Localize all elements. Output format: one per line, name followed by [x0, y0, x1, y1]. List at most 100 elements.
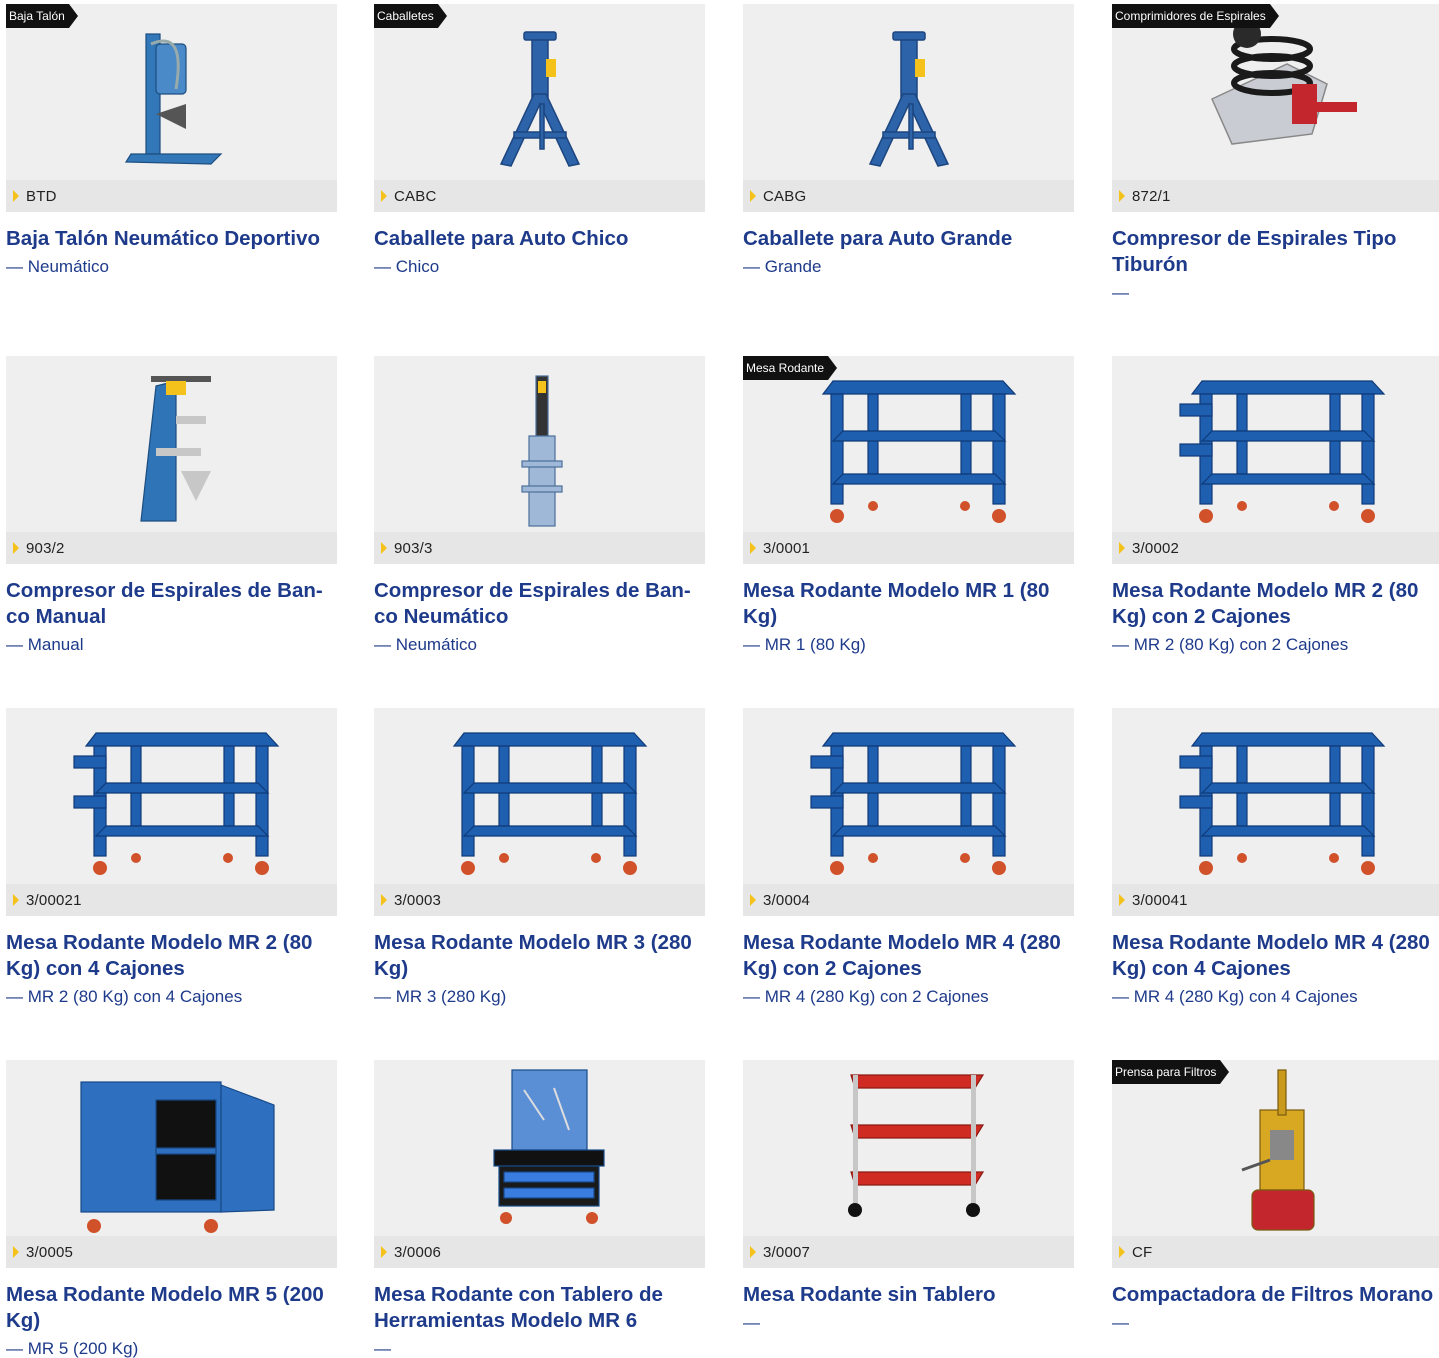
product-title[interactable]: Compresor de Espirales Tipo Tiburón	[1112, 226, 1439, 278]
play-arrow-icon	[381, 190, 387, 202]
product-card[interactable]: 3/0004 Mesa Rodante Modelo MR 4 (280 Kg)…	[743, 708, 1074, 1008]
product-code: 3/0002	[1132, 539, 1180, 557]
product-card[interactable]: 3/0005 Mesa Rodante Modelo MR 5 (200 Kg)…	[6, 1060, 337, 1358]
product-card[interactable]: 3/0006 Mesa Rodante con Tablero de Herra…	[374, 1060, 705, 1358]
category-tag-label: Baja Talón	[6, 4, 69, 28]
product-card[interactable]: 3/00041 Mesa Rodante Modelo MR 4 (280 Kg…	[1112, 708, 1439, 1008]
play-arrow-icon	[1119, 190, 1125, 202]
product-image[interactable]: CABG	[743, 4, 1074, 212]
product-image[interactable]: 3/0003	[374, 708, 705, 916]
product-title[interactable]: Compresor de Espirales de Ban-co Neumáti…	[374, 578, 710, 630]
product-code-bar: 3/0005	[6, 1236, 337, 1268]
product-subtitle: — MR 4 (280 Kg) con 2 Cajones	[743, 987, 989, 1006]
product-image[interactable]: Mesa Rodante 3/0001	[743, 356, 1074, 564]
product-title[interactable]: Mesa Rodante con Tablero de Herramientas…	[374, 1282, 710, 1334]
tire-bead-breaker-icon	[124, 33, 223, 165]
product-title[interactable]: Mesa Rodante Modelo MR 4 (280 Kg) con 4 …	[1112, 930, 1439, 982]
product-code: 3/0004	[763, 891, 811, 909]
product-code-bar: 903/2	[6, 532, 337, 564]
product-title[interactable]: Mesa Rodante Modelo MR 4 (280 Kg) con 2 …	[743, 930, 1079, 982]
product-code: 3/0005	[26, 1243, 74, 1261]
product-code-bar: BTD	[6, 180, 337, 212]
play-arrow-icon	[13, 1246, 19, 1258]
product-image[interactable]: Comprimidores de Espirales 872/1	[1112, 4, 1439, 212]
product-subtitle: —	[743, 1313, 760, 1332]
product-title[interactable]: Caballete para Auto Grande	[743, 226, 1079, 252]
product-card[interactable]: Baja Talón BTD Baja Talón Neumático Depo…	[6, 4, 337, 278]
product-title[interactable]: Mesa Rodante Modelo MR 5 (200 Kg)	[6, 1282, 342, 1334]
tag-arrow-icon	[1269, 4, 1279, 28]
product-card[interactable]: Caballetes CABC Caballete para Auto Chic…	[374, 4, 705, 278]
tag-arrow-icon	[1220, 1060, 1230, 1084]
product-code: CABG	[763, 187, 807, 205]
product-subtitle: — MR 2 (80 Kg) con 2 Cajones	[1112, 635, 1349, 654]
tag-arrow-icon	[828, 356, 838, 380]
rolling-cabinet-icon	[80, 1081, 275, 1233]
play-arrow-icon	[1119, 894, 1125, 906]
product-card[interactable]: 3/00021 Mesa Rodante Modelo MR 2 (80 Kg)…	[6, 708, 337, 1008]
product-card[interactable]: Mesa Rodante 3/0001 Mesa Rodante Modelo …	[743, 356, 1074, 656]
product-title[interactable]: Mesa Rodante sin Tablero	[743, 1282, 1079, 1308]
product-card[interactable]: 3/0003 Mesa Rodante Modelo MR 3 (280 Kg)…	[374, 708, 705, 1008]
category-tag[interactable]: Comprimidores de Espirales	[1112, 4, 1279, 28]
product-card[interactable]: Prensa para Filtros CF Compactadora de F…	[1112, 1060, 1439, 1334]
product-image[interactable]: Baja Talón BTD	[6, 4, 337, 212]
product-subtitle: — Grande	[743, 257, 822, 276]
product-card[interactable]: CABG Caballete para Auto Grande — Grande	[743, 4, 1074, 278]
product-image[interactable]: 3/0002	[1112, 356, 1439, 564]
product-title[interactable]: Baja Talón Neumático Deportivo	[6, 226, 342, 252]
product-card[interactable]: 903/2 Compresor de Espirales de Ban-co M…	[6, 356, 337, 656]
tool-board-cart-icon	[493, 1069, 605, 1224]
play-arrow-icon	[1119, 1246, 1125, 1258]
category-tag[interactable]: Caballetes	[374, 4, 447, 28]
product-code: 903/3	[394, 539, 433, 557]
product-title[interactable]: Mesa Rodante Modelo MR 3 (280 Kg)	[374, 930, 710, 982]
product-code-bar: 872/1	[1112, 180, 1439, 212]
play-arrow-icon	[1119, 542, 1125, 554]
product-title[interactable]: Mesa Rodante Modelo MR 2 (80 Kg) con 2 C…	[1112, 578, 1439, 630]
product-title[interactable]: Compactadora de Filtros Morano	[1112, 1282, 1439, 1308]
product-code-bar: 3/0001	[743, 532, 1074, 564]
category-tag[interactable]: Prensa para Filtros	[1112, 1060, 1230, 1084]
product-code: 3/0006	[394, 1243, 442, 1261]
product-image[interactable]: 3/00041	[1112, 708, 1439, 916]
product-subtitle: — MR 3 (280 Kg)	[374, 987, 507, 1006]
product-image[interactable]: 3/0007	[743, 1060, 1074, 1268]
product-code-bar: 903/3	[374, 532, 705, 564]
product-card[interactable]: 903/3 Compresor de Espirales de Ban-co N…	[374, 356, 705, 656]
product-code-bar: 3/0006	[374, 1236, 705, 1268]
product-code: 3/0003	[394, 891, 442, 909]
product-image[interactable]: 3/0005	[6, 1060, 337, 1268]
product-image[interactable]: 3/0006	[374, 1060, 705, 1268]
product-code-bar: 3/0003	[374, 884, 705, 916]
category-tag-label: Comprimidores de Espirales	[1112, 4, 1270, 28]
jack-stand-icon	[868, 31, 950, 167]
product-image[interactable]: Prensa para Filtros CF	[1112, 1060, 1439, 1268]
product-image[interactable]: 3/0004	[743, 708, 1074, 916]
product-image[interactable]: 903/2	[6, 356, 337, 564]
product-title[interactable]: Compresor de Espirales de Ban-co Manual	[6, 578, 342, 630]
product-card[interactable]: Comprimidores de Espirales 872/1 Compres…	[1112, 4, 1439, 304]
category-tag[interactable]: Mesa Rodante	[743, 356, 838, 380]
rolling-cart-icon	[821, 380, 1017, 523]
product-code-bar: 3/0004	[743, 884, 1074, 916]
spring-compressor-shark-icon	[1211, 20, 1357, 145]
product-title[interactable]: Mesa Rodante Modelo MR 2 (80 Kg) con 4 C…	[6, 930, 342, 982]
product-image[interactable]: 3/00021	[6, 708, 337, 916]
jack-stand-icon	[499, 31, 581, 167]
product-subtitle: — MR 1 (80 Kg)	[743, 635, 866, 654]
category-tag-label: Caballetes	[374, 4, 438, 28]
product-code: 903/2	[26, 539, 65, 557]
product-card[interactable]: 3/0007 Mesa Rodante sin Tablero —	[743, 1060, 1074, 1334]
tag-arrow-icon	[437, 4, 447, 28]
product-subtitle: —	[374, 1339, 391, 1358]
product-image[interactable]: 903/3	[374, 356, 705, 564]
product-title[interactable]: Mesa Rodante Modelo MR 1 (80 Kg)	[743, 578, 1079, 630]
product-title[interactable]: Caballete para Auto Chico	[374, 226, 710, 252]
product-code-bar: 3/00021	[6, 884, 337, 916]
product-subtitle: — MR 5 (200 Kg)	[6, 1339, 139, 1358]
product-subtitle: — Chico	[374, 257, 440, 276]
category-tag[interactable]: Baja Talón	[6, 4, 78, 28]
product-image[interactable]: Caballetes CABC	[374, 4, 705, 212]
product-card[interactable]: 3/0002 Mesa Rodante Modelo MR 2 (80 Kg) …	[1112, 356, 1439, 656]
